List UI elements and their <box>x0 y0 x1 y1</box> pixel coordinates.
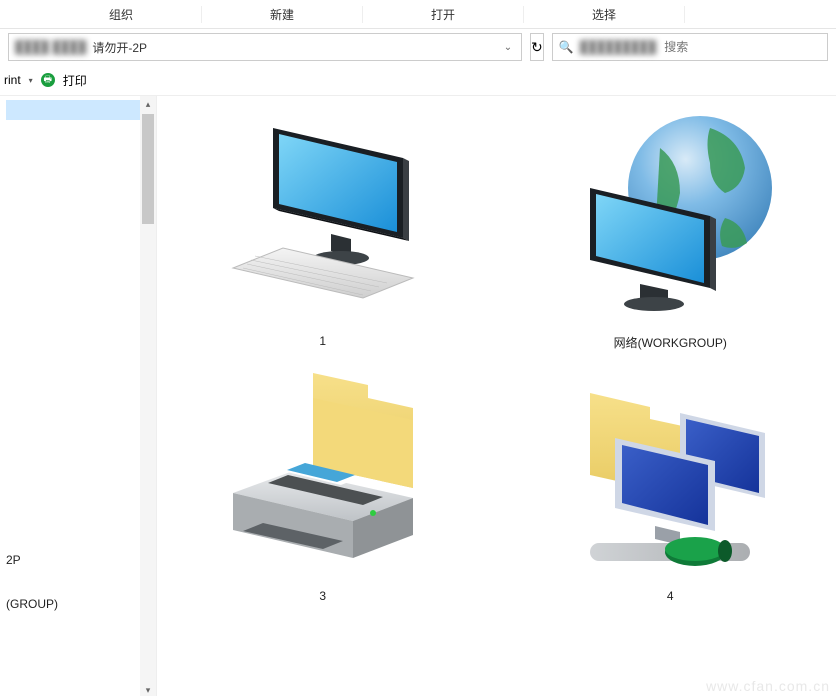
search-icon: 🔍 <box>559 40 574 54</box>
content-pane: 1 <box>157 96 836 696</box>
item-computer[interactable]: 1 <box>193 108 453 351</box>
address-bar[interactable]: ████ ████ 请勿开-2P ⌄ <box>8 33 522 61</box>
item-label: 网络(WORKGROUP) <box>614 334 727 351</box>
ribbon-tabs: 组织 新建 打开 选择 <box>0 0 836 29</box>
search-box[interactable]: 🔍 █████████ <box>552 33 828 61</box>
printer-folder-icon <box>213 363 433 583</box>
search-input[interactable] <box>662 39 821 55</box>
scroll-thumb[interactable] <box>142 114 154 224</box>
item-network-workgroup[interactable]: 网络(WORKGROUP) <box>540 108 800 351</box>
ribbon-tab-organize[interactable]: 组织 <box>41 6 202 23</box>
scroll-up-icon[interactable]: ▴ <box>140 96 156 112</box>
nav-item-group[interactable]: (GROUP) <box>6 594 144 614</box>
toolbar: rint ▾ 🖶 打印 <box>0 65 836 96</box>
nav-item-selected[interactable] <box>6 100 144 120</box>
toolbar-print-label[interactable]: 打印 <box>63 72 87 89</box>
address-row: ████ ████ 请勿开-2P ⌄ ↻ 🔍 █████████ <box>0 29 836 65</box>
nav-item-2p[interactable]: 2P <box>6 550 144 570</box>
item-printer-folder[interactable]: 3 <box>193 363 453 603</box>
main-area: 2P (GROUP) ▴ ▾ <box>0 96 836 696</box>
ribbon-tab-new[interactable]: 新建 <box>202 6 363 23</box>
navigation-pane: 2P (GROUP) ▴ ▾ <box>0 96 157 696</box>
address-text: 请勿开-2P <box>92 39 147 56</box>
search-blur: █████████ <box>580 40 657 54</box>
item-label: 4 <box>667 589 674 603</box>
print-icon: 🖶 <box>41 73 55 87</box>
item-folder-network-pcs[interactable]: 4 <box>540 363 800 603</box>
refresh-button[interactable]: ↻ <box>530 33 544 61</box>
toolbar-dropdown-icon[interactable]: ▾ <box>29 76 33 85</box>
refresh-icon: ↻ <box>531 39 543 56</box>
item-label: 1 <box>319 334 326 348</box>
computer-icon <box>213 108 433 328</box>
scroll-down-icon[interactable]: ▾ <box>140 682 156 696</box>
item-label: 3 <box>319 589 326 603</box>
address-dropdown-icon[interactable]: ⌄ <box>501 40 515 54</box>
folder-network-pcs-icon <box>560 363 780 583</box>
toolbar-item-rint[interactable]: rint <box>4 73 21 87</box>
watermark: www.cfan.com.cn <box>706 678 830 694</box>
ribbon-tab-select[interactable]: 选择 <box>524 6 685 23</box>
nav-scrollbar[interactable]: ▴ ▾ <box>140 96 156 696</box>
globe-monitor-icon <box>560 108 780 328</box>
address-blur: ████ ████ <box>15 40 86 54</box>
ribbon-tab-open[interactable]: 打开 <box>363 6 524 23</box>
